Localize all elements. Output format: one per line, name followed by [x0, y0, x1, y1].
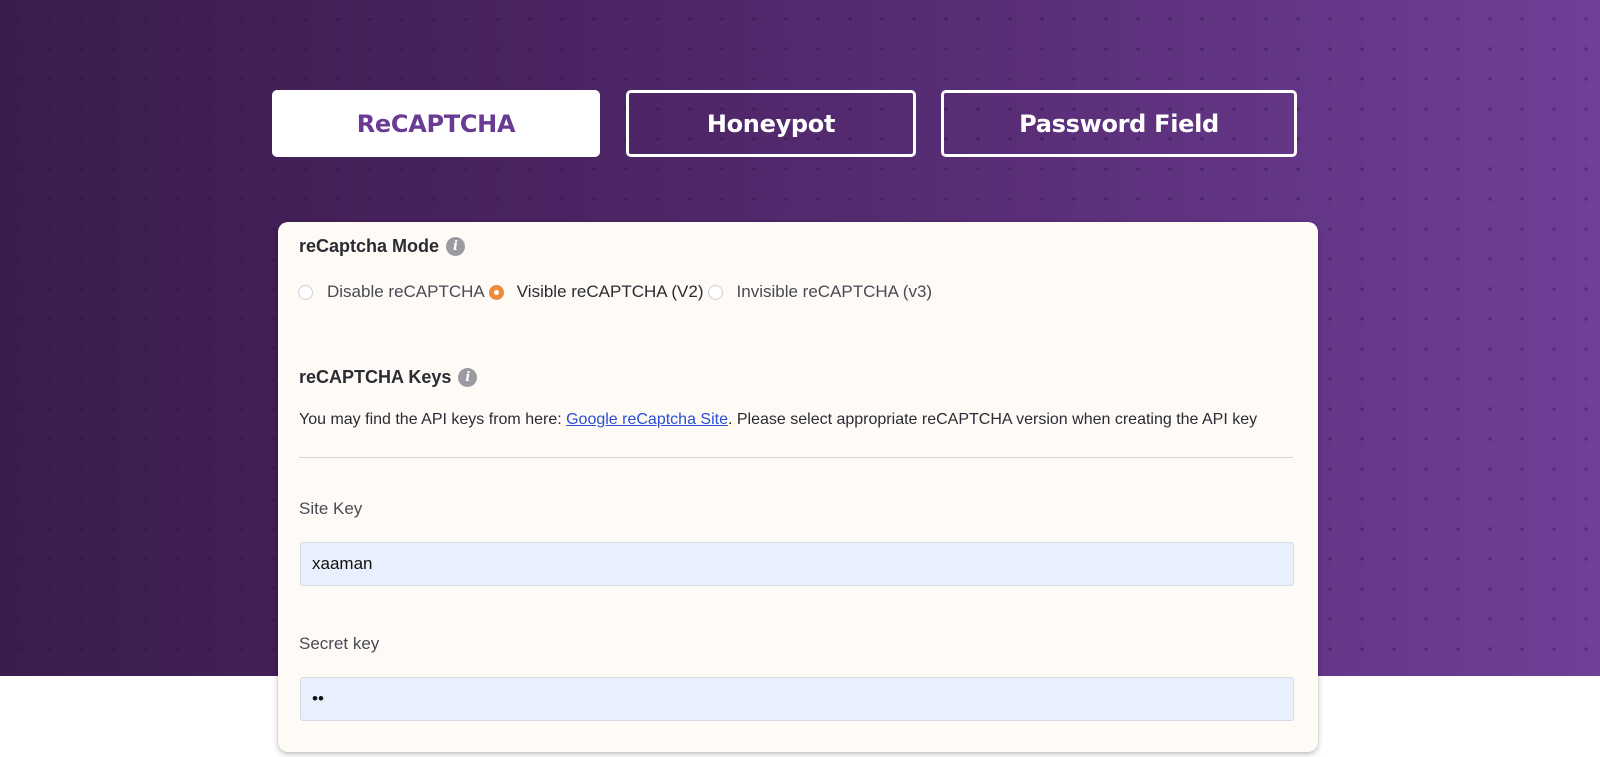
- radio-label: Invisible reCAPTCHA (v3): [736, 282, 933, 301]
- radio-button-checked[interactable]: [488, 284, 504, 300]
- recaptcha-mode-title: reCaptcha Mode: [299, 236, 440, 256]
- tab-password-field[interactable]: Password Field: [941, 90, 1297, 157]
- recaptcha-settings-card: reCaptcha Mode i Disable reCAPTCHA Visib…: [278, 222, 1318, 752]
- info-icon[interactable]: i: [446, 237, 466, 256]
- radio-visible-recaptcha-v2[interactable]: Visible reCAPTCHA (V2): [488, 282, 708, 302]
- radio-label: Visible reCAPTCHA (V2): [516, 282, 704, 301]
- secret-key-input[interactable]: [300, 677, 1294, 721]
- help-suffix: . Please select appropriate reCAPTCHA ve…: [727, 411, 1258, 428]
- recaptcha-keys-title: reCAPTCHA Keys: [299, 367, 452, 387]
- google-recaptcha-site-link[interactable]: Google reCaptcha Site: [566, 411, 728, 428]
- api-keys-help-text: You may find the API keys from here: Goo…: [299, 411, 1257, 429]
- site-key-label: Site Key: [299, 499, 363, 518]
- tab-honeypot[interactable]: Honeypot: [626, 90, 916, 157]
- radio-label: Disable reCAPTCHA: [327, 282, 485, 301]
- radio-invisible-recaptcha-v3[interactable]: Invisible reCAPTCHA (v3): [707, 282, 937, 302]
- tab-recaptcha[interactable]: ReCAPTCHA: [272, 90, 600, 157]
- recaptcha-mode-radio-group: Disable reCAPTCHA Visible reCAPTCHA (V2)…: [298, 282, 936, 302]
- radio-button[interactable]: [707, 284, 723, 300]
- recaptcha-mode-heading: reCaptcha Mode i: [299, 236, 466, 257]
- info-icon[interactable]: i: [458, 368, 478, 387]
- secret-key-label: Secret key: [299, 634, 380, 653]
- site-key-input[interactable]: [300, 542, 1294, 586]
- radio-button[interactable]: [298, 284, 313, 300]
- help-prefix: You may find the API keys from here:: [299, 411, 567, 428]
- radio-disable-recaptcha[interactable]: Disable reCAPTCHA: [298, 282, 489, 302]
- recaptcha-keys-heading: reCAPTCHA Keys i: [299, 367, 478, 388]
- section-divider: [299, 457, 1293, 458]
